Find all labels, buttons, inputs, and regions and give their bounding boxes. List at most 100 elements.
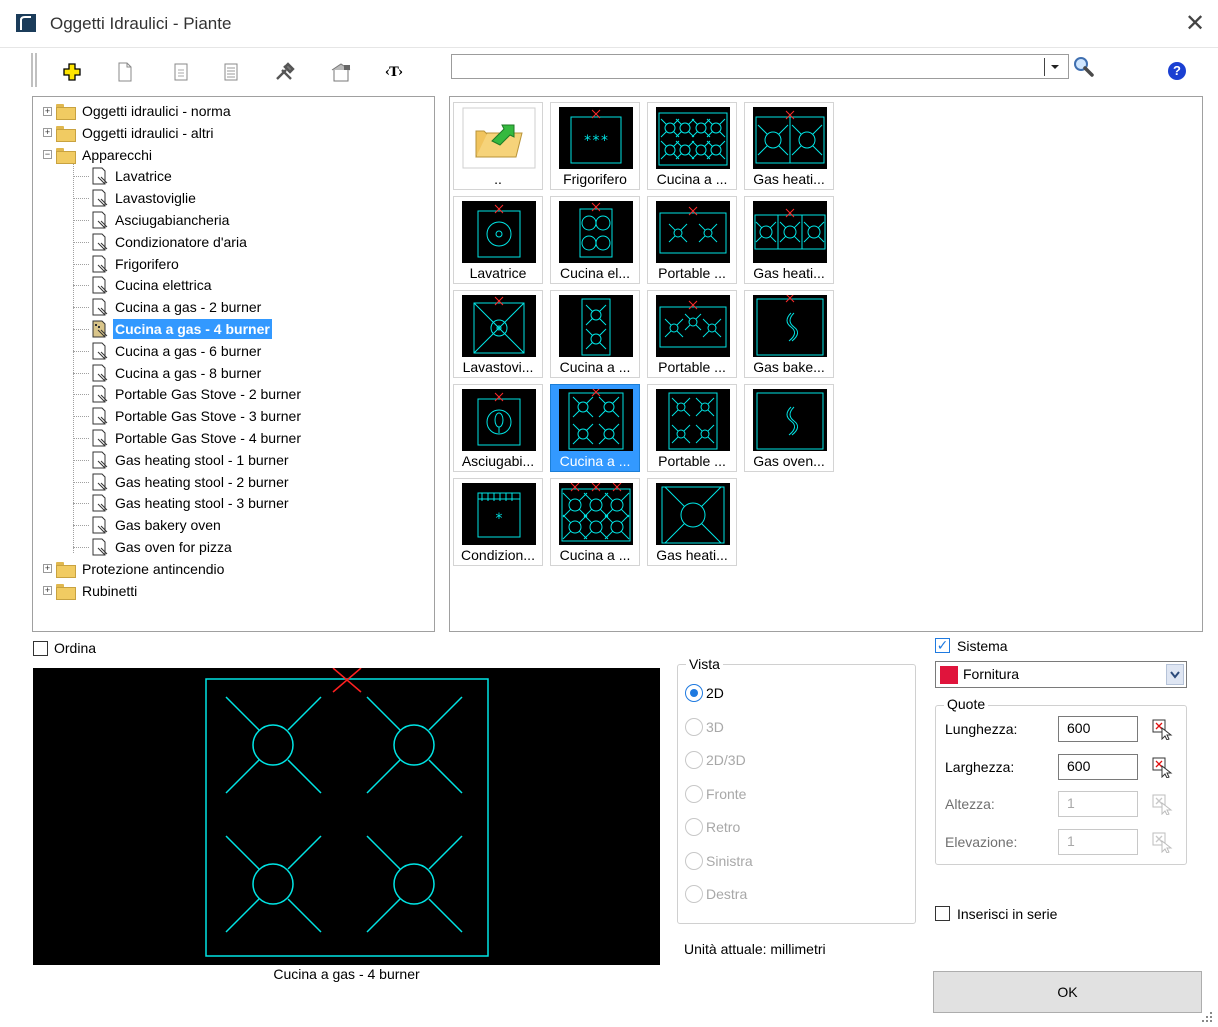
vista-radio-3d[interactable]: [685, 717, 703, 736]
expand-icon[interactable]: +: [43, 586, 52, 596]
new-document-icon[interactable]: [113, 60, 137, 84]
tree-item[interactable]: Gas heating stool - 1 burner: [73, 450, 291, 470]
toolbar-grip[interactable]: [31, 53, 37, 87]
grid-item[interactable]: Cucina a ...: [550, 478, 640, 566]
chevron-down-icon[interactable]: [1166, 664, 1184, 685]
grid-item[interactable]: Portable ...: [647, 384, 737, 472]
grid-item[interactable]: Cucina el...: [550, 196, 640, 284]
sistema-select[interactable]: Fornitura: [935, 661, 1187, 688]
collapse-icon[interactable]: −: [43, 150, 52, 160]
grid-item[interactable]: * Condizion...: [453, 478, 543, 566]
text-tag-icon[interactable]: ‹T›: [380, 60, 408, 84]
tree-item[interactable]: Portable Gas Stove - 4 burner: [73, 428, 303, 448]
grid-item[interactable]: Portable ...: [647, 290, 737, 378]
grid-item[interactable]: Gas oven...: [744, 384, 834, 472]
resize-grip-icon[interactable]: [1200, 1010, 1214, 1024]
tree-item[interactable]: Frigorifero: [73, 254, 181, 274]
tree-item[interactable]: Portable Gas Stove - 2 burner: [73, 384, 303, 404]
grid-item[interactable]: Gas heati...: [647, 478, 737, 566]
folder-icon: [56, 125, 76, 142]
pizza-thumbnail-icon: [753, 389, 827, 451]
tree-connector: [73, 394, 89, 396]
tree-item[interactable]: Condizionatore d'aria: [73, 232, 249, 252]
tree-item[interactable]: Cucina elettrica: [73, 275, 214, 295]
grid-item-caption: Portable ...: [658, 453, 726, 469]
tree-item[interactable]: Gas oven for pizza: [73, 537, 234, 557]
tree-item[interactable]: Portable Gas Stove - 3 burner: [73, 406, 303, 426]
tree-folder[interactable]: + Rubinetti: [43, 581, 139, 601]
tree-item[interactable]: Gas heating stool - 3 burner: [73, 493, 291, 513]
sistema-checkbox[interactable]: ✓: [935, 637, 950, 653]
vista-radio-destra[interactable]: [685, 885, 703, 903]
vista-option-label: 3D: [706, 718, 724, 735]
grid-item[interactable]: Asciugabi...: [453, 384, 543, 472]
grid-item[interactable]: Gas heati...: [744, 196, 834, 284]
document-lines-icon[interactable]: [219, 60, 243, 84]
category-tree[interactable]: + Oggetti idraulici - norma + Oggetti idrau…: [32, 96, 435, 632]
grid-item-caption: Frigorifero: [563, 171, 627, 187]
drawing-file-icon: [92, 211, 108, 229]
grid-item[interactable]: *** Frigorifero: [550, 102, 640, 190]
building-icon[interactable]: [329, 60, 353, 84]
vista-radio-retro[interactable]: [685, 818, 703, 836]
grid-item[interactable]: Gas bake...: [744, 290, 834, 378]
grid-item[interactable]: Cucina a ...: [550, 384, 640, 472]
tree-item[interactable]: Lavastoviglie: [73, 188, 198, 208]
grid-item-caption: Gas bake...: [753, 359, 825, 375]
close-button[interactable]: ✕: [1182, 10, 1208, 38]
help-icon[interactable]: ?: [1168, 62, 1186, 80]
grid-item[interactable]: Portable ...: [647, 196, 737, 284]
tree-item-label: Portable Gas Stove - 2 burner: [115, 386, 301, 403]
quote-field-input[interactable]: 1: [1058, 791, 1138, 817]
tools-icon[interactable]: [273, 60, 297, 84]
grid-item[interactable]: Cucina a ...: [550, 290, 640, 378]
add-icon[interactable]: [60, 60, 84, 84]
expand-icon[interactable]: +: [43, 564, 52, 574]
grid-item-caption: Portable ...: [658, 265, 726, 281]
tree-item[interactable]: Lavatrice: [73, 166, 174, 186]
grid-item[interactable]: Cucina a ...: [647, 102, 737, 190]
inserisci-in-serie-checkbox[interactable]: [935, 906, 950, 921]
sistema-label: Sistema: [957, 638, 1008, 654]
quote-label: Quote: [944, 696, 989, 712]
search-icon[interactable]: [1072, 54, 1096, 80]
pick-dimension-icon[interactable]: [1151, 831, 1173, 853]
search-dropdown-icon[interactable]: [1044, 58, 1064, 76]
tree-item[interactable]: Cucina a gas - 2 burner: [73, 297, 263, 317]
tree-item[interactable]: Gas heating stool - 2 burner: [73, 472, 291, 492]
ok-button[interactable]: OK: [933, 971, 1202, 1013]
expand-icon[interactable]: +: [43, 128, 52, 138]
tree-connector: [73, 241, 89, 243]
tree-folder[interactable]: + Protezione antincendio: [43, 559, 226, 579]
tree-folder[interactable]: + Oggetti idraulici - norma: [43, 101, 233, 121]
vista-radio-2d-3d[interactable]: [685, 751, 703, 769]
tree-folder[interactable]: − Apparecchi: [43, 145, 154, 165]
vista-radio-fronte[interactable]: [685, 784, 703, 803]
pick-dimension-icon[interactable]: [1151, 756, 1173, 778]
tree-item[interactable]: Cucina a gas - 4 burner: [73, 319, 272, 339]
svg-text:***: ***: [583, 133, 608, 149]
document-list-icon[interactable]: [169, 60, 193, 84]
object-grid[interactable]: .. *** Frigorifero Cucina a ... Gas heati...…: [449, 96, 1203, 632]
pick-dimension-icon[interactable]: [1151, 793, 1173, 815]
tree-item[interactable]: Gas bakery oven: [73, 515, 223, 535]
drawing-file-icon: [92, 516, 108, 534]
vista-radio-2d[interactable]: [685, 684, 703, 702]
expand-icon[interactable]: +: [43, 106, 52, 116]
quote-field-input[interactable]: 600: [1058, 753, 1138, 780]
pick-dimension-icon[interactable]: [1151, 718, 1173, 740]
ordina-checkbox[interactable]: [33, 641, 48, 656]
tree-item[interactable]: Cucina a gas - 6 burner: [73, 341, 263, 361]
grid-item[interactable]: Lavastovi...: [453, 290, 543, 378]
tree-item[interactable]: Asciugabiancheria: [73, 210, 231, 230]
tree-folder[interactable]: + Oggetti idraulici - altri: [43, 123, 216, 143]
vista-radio-sinistra[interactable]: [685, 851, 703, 870]
tree-item-label: Oggetti idraulici - norma: [82, 103, 231, 119]
tree-item[interactable]: Cucina a gas - 8 burner: [73, 363, 263, 383]
grid-item[interactable]: ..: [453, 102, 543, 190]
search-input[interactable]: [451, 54, 1069, 79]
quote-field-input[interactable]: 1: [1058, 828, 1138, 855]
grid-item[interactable]: Gas heati...: [744, 102, 834, 190]
grid-item[interactable]: Lavatrice: [453, 196, 543, 284]
quote-field-input[interactable]: 600: [1058, 716, 1138, 742]
